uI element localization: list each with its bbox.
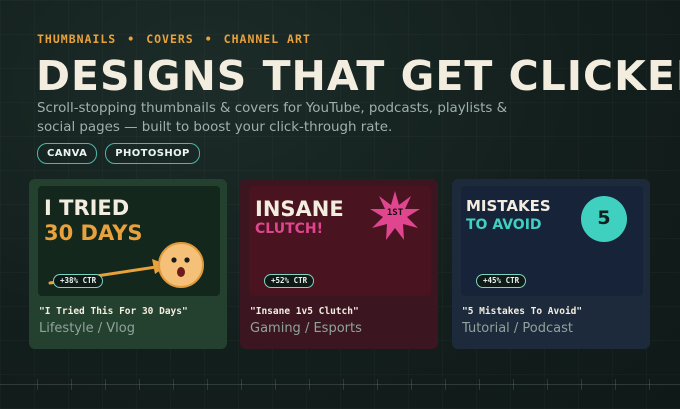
- eyebrow-item: COVERS: [146, 32, 194, 46]
- divider-tick: [581, 379, 582, 390]
- thumbnail-line1: I TRIED: [44, 196, 130, 220]
- card-category: Gaming / Esports: [250, 321, 362, 336]
- badge-text: 5: [597, 207, 611, 229]
- subtitle: Scroll-stopping thumbnails & covers for …: [37, 101, 508, 135]
- card-title: "Insane 1v5 Clutch": [250, 306, 359, 317]
- divider-tick: [241, 379, 242, 390]
- page-title: DESIGNS THAT GET CLICKED: [36, 52, 680, 100]
- divider-tick: [105, 379, 106, 390]
- portfolio-card-tutorial[interactable]: MISTAKES TO AVOID 5 +45% CTR "5 Mistakes…: [452, 179, 650, 349]
- badge-text: 1ST: [386, 208, 404, 218]
- card-category: Lifestyle / Vlog: [39, 321, 135, 336]
- ctr-badge: +38% CTR: [53, 274, 104, 288]
- ctr-badge: +45% CTR: [476, 274, 527, 288]
- tag-canva: CANVA: [37, 143, 98, 164]
- divider-tick: [343, 379, 344, 390]
- divider-tick: [615, 379, 616, 390]
- divider-tick: [649, 379, 650, 390]
- divider-tick: [37, 379, 38, 390]
- tool-tags: CANVA PHOTOSHOP: [37, 143, 200, 164]
- divider: [0, 384, 680, 385]
- thumbnail-line2: CLUTCH!: [255, 221, 323, 237]
- divider-tick: [309, 379, 310, 390]
- thumbnail-preview: I TRIED 30 DAYS +38% CTR: [38, 186, 220, 296]
- ctr-badge: +52% CTR: [264, 274, 315, 288]
- divider-tick: [547, 379, 548, 390]
- portfolio-card-lifestyle[interactable]: I TRIED 30 DAYS +38% CTR "I Tried This F…: [29, 179, 227, 349]
- eyebrow: THUMBNAILS • COVERS • CHANNEL ART: [37, 32, 311, 46]
- eyebrow-item: CHANNEL ART: [223, 32, 311, 46]
- divider-tick: [377, 379, 378, 390]
- thumbnail-preview: INSANE CLUTCH! 1ST +52% CTR: [249, 186, 431, 296]
- thumbnail-preview: MISTAKES TO AVOID 5 +45% CTR: [461, 186, 643, 296]
- thumbnail-line2: TO AVOID: [466, 217, 542, 233]
- divider-tick: [207, 379, 208, 390]
- divider-tick: [479, 379, 480, 390]
- card-category: Tutorial / Podcast: [462, 321, 574, 336]
- divider-tick: [275, 379, 276, 390]
- card-title: "I Tried This For 30 Days": [39, 306, 188, 317]
- divider-tick: [173, 379, 174, 390]
- eyebrow-separator: •: [204, 32, 213, 46]
- card-title: "5 Mistakes To Avoid": [462, 306, 583, 317]
- eyebrow-separator: •: [127, 32, 136, 46]
- divider-tick: [71, 379, 72, 390]
- eyebrow-item: THUMBNAILS: [37, 32, 117, 46]
- thumbnail-line1: MISTAKES: [466, 197, 551, 215]
- divider-tick: [411, 379, 412, 390]
- divider-tick: [139, 379, 140, 390]
- divider-tick: [513, 379, 514, 390]
- portfolio-card-gaming[interactable]: INSANE CLUTCH! 1ST +52% CTR "Insane 1v5 …: [240, 179, 438, 349]
- tag-photoshop: PHOTOSHOP: [105, 143, 200, 164]
- surprised-face-icon: [158, 242, 204, 288]
- divider-tick: [445, 379, 446, 390]
- thumbnail-line1: INSANE: [255, 197, 344, 221]
